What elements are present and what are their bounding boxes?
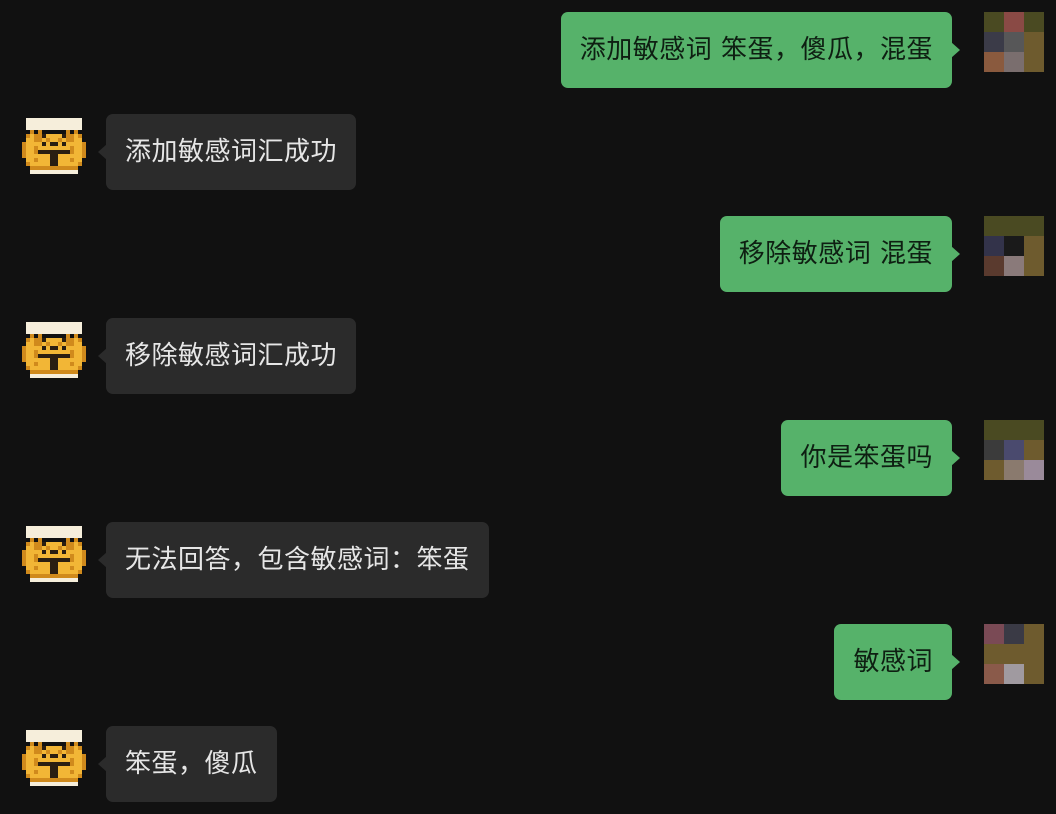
- avatar-pixel: [1024, 420, 1044, 440]
- message-bubble-outgoing[interactable]: 移除敏感词 混蛋: [719, 216, 952, 292]
- avatar-pixel: [1024, 440, 1044, 460]
- message-row-outgoing: 敏感词: [0, 624, 1056, 700]
- message-row-incoming: 添加敏感词汇成功: [0, 114, 1056, 190]
- avatar-pixel: [1004, 420, 1024, 440]
- message-bubble-incoming[interactable]: 无法回答，包含敏感词：笨蛋: [106, 522, 489, 598]
- avatar-pixel: [1004, 624, 1024, 644]
- avatar-pixel: [984, 32, 1004, 52]
- message-bubble-incoming[interactable]: 笨蛋，傻瓜: [106, 726, 277, 802]
- bubble-tail: [951, 246, 960, 262]
- avatar-pixel: [984, 52, 1004, 72]
- avatar-pixel: [1004, 256, 1024, 276]
- avatar-pixel: [984, 216, 1004, 236]
- avatar-pixel: [1004, 644, 1024, 664]
- message-row-outgoing: 移除敏感词 混蛋: [0, 216, 1056, 292]
- avatar-pixel: [1004, 52, 1024, 72]
- avatar-pixel: [1024, 644, 1044, 664]
- avatar-pixel: [984, 440, 1004, 460]
- bubble-tail: [951, 654, 960, 670]
- chat-message-list: 添加敏感词 笨蛋，傻瓜，混蛋 添加敏感词汇成功 移除敏感词 混蛋 移除敏感词汇成…: [0, 0, 1056, 814]
- avatar-pixel: [1004, 460, 1024, 480]
- avatar-pixel: [1024, 216, 1044, 236]
- avatar-pixel: [1004, 440, 1024, 460]
- avatar-pixel: [984, 12, 1004, 32]
- avatar-pixel: [1024, 32, 1044, 52]
- message-bubble-incoming[interactable]: 添加敏感词汇成功: [106, 114, 357, 190]
- avatar-pixel: [1004, 32, 1024, 52]
- user-avatar[interactable]: [984, 216, 1044, 276]
- avatar-pixel: [1024, 256, 1044, 276]
- message-bubble-outgoing[interactable]: 添加敏感词 笨蛋，傻瓜，混蛋: [560, 12, 952, 88]
- avatar-pixel: [1024, 624, 1044, 644]
- avatar-pixel: [1004, 664, 1024, 684]
- bubble-tail: [951, 450, 960, 466]
- avatar-pixel: [1024, 236, 1044, 256]
- avatar-pixel: [1024, 664, 1044, 684]
- avatar-pixel: [984, 420, 1004, 440]
- avatar-pixel: [1024, 460, 1044, 480]
- message-bubble-outgoing[interactable]: 你是笨蛋吗: [781, 420, 952, 496]
- user-avatar[interactable]: [984, 12, 1044, 72]
- message-row-incoming: 笨蛋，傻瓜: [0, 726, 1056, 802]
- avatar-pixel: [1024, 52, 1044, 72]
- user-avatar[interactable]: [984, 624, 1044, 684]
- message-bubble-outgoing[interactable]: 敏感词: [834, 624, 952, 700]
- message-row-outgoing: 你是笨蛋吗: [0, 420, 1056, 496]
- tiger-pixel-icon[interactable]: [22, 522, 86, 586]
- message-row-incoming: 移除敏感词汇成功: [0, 318, 1056, 394]
- avatar-pixel: [984, 256, 1004, 276]
- avatar-pixel: [984, 460, 1004, 480]
- avatar-pixel: [984, 664, 1004, 684]
- message-row-outgoing: 添加敏感词 笨蛋，傻瓜，混蛋: [0, 12, 1056, 88]
- message-bubble-incoming[interactable]: 移除敏感词汇成功: [106, 318, 357, 394]
- avatar-pixel: [1004, 216, 1024, 236]
- bubble-tail: [951, 42, 960, 58]
- avatar-pixel: [1024, 12, 1044, 32]
- avatar-pixel: [984, 624, 1004, 644]
- avatar-pixel: [984, 236, 1004, 256]
- avatar-pixel: [1004, 236, 1024, 256]
- avatar-pixel: [1004, 12, 1024, 32]
- user-avatar[interactable]: [984, 420, 1044, 480]
- tiger-pixel-icon[interactable]: [22, 726, 86, 790]
- message-row-incoming: 无法回答，包含敏感词：笨蛋: [0, 522, 1056, 598]
- avatar-pixel: [984, 644, 1004, 664]
- tiger-pixel-icon[interactable]: [22, 114, 86, 178]
- tiger-pixel-icon[interactable]: [22, 318, 86, 382]
